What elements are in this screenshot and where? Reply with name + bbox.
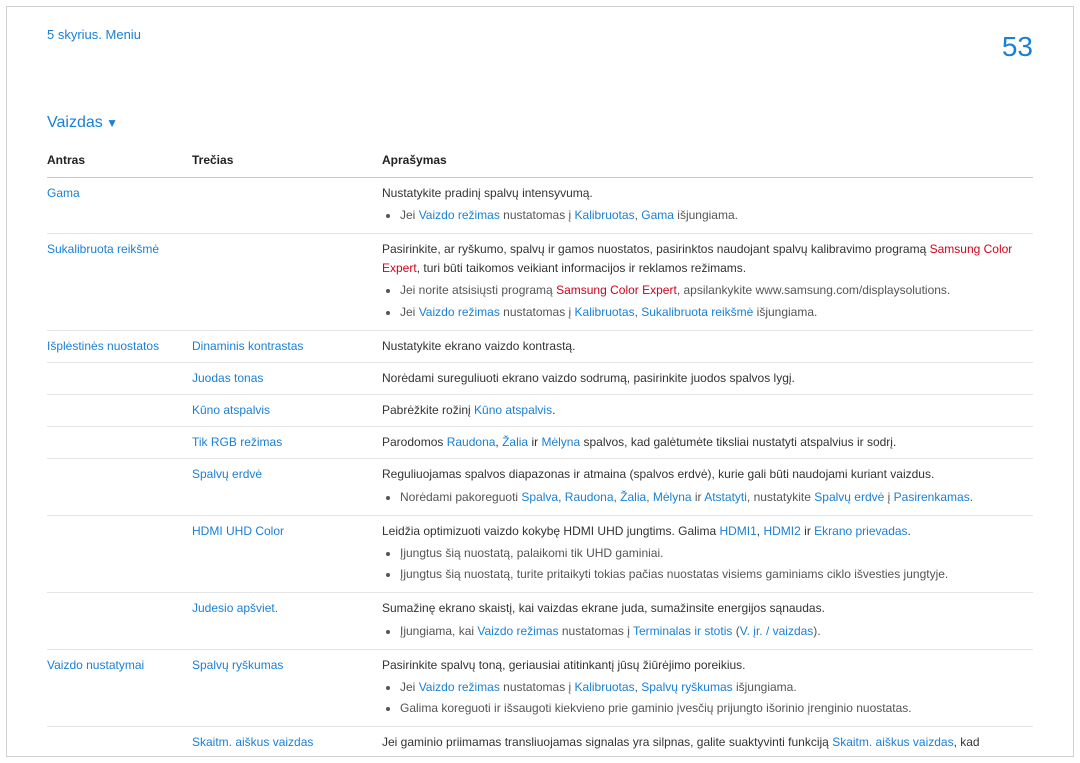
page-number: 53 — [1002, 25, 1033, 70]
row-gama: Gama Nustatykite pradinį spalvų intensyv… — [47, 177, 1033, 233]
row-rgb: Tik RGB režimas Parodomos Raudona, Žalia… — [47, 427, 1033, 459]
th-trecias: Trečias — [192, 147, 382, 177]
spalvu-ryskumas-note1: Jei Vaizdo režimas nustatomas į Kalibruo… — [400, 678, 1023, 697]
sukal-note1: Jei norite atsisiųsti programą Samsung C… — [400, 281, 1023, 300]
label-hdmi-uhd: HDMI UHD Color — [192, 524, 284, 538]
label-rgb: Tik RGB režimas — [192, 435, 282, 449]
section-title-vaizdas[interactable]: Vaizdas — [47, 110, 1033, 136]
juodas-desc: Norėdami sureguliuoti ekrano vaizdo sodr… — [382, 371, 795, 385]
sukal-note2: Jei Vaizdo režimas nustatomas į Kalibruo… — [400, 303, 1023, 322]
label-dinaminis: Dinaminis kontrastas — [192, 339, 303, 353]
hdmi-note2: Įjungtus šią nuostatą, turite pritaikyti… — [400, 565, 1023, 584]
breadcrumb: 5 skyrius. Meniu — [47, 25, 141, 46]
label-isplestines: Išplėstinės nuostatos — [47, 339, 159, 353]
label-sukalibruota: Sukalibruota reikšmė — [47, 242, 159, 256]
row-juodas: Juodas tonas Norėdami sureguliuoti ekran… — [47, 362, 1033, 394]
row-spalvu-ryskumas: Vaizdo nustatymai Spalvų ryškumas Pasiri… — [47, 649, 1033, 727]
spalvu-erdve-desc: Reguliuojamas spalvos diapazonas ir atma… — [382, 467, 934, 481]
row-dinaminis: Išplėstinės nuostatos Dinaminis kontrast… — [47, 330, 1033, 362]
page-header: 5 skyrius. Meniu 53 — [47, 25, 1033, 70]
dinaminis-desc: Nustatykite ekrano vaizdo kontrastą. — [382, 339, 575, 353]
sukalibruota-desc: Pasirinkite, ar ryškumo, spalvų ir gamos… — [382, 242, 1012, 275]
th-antras: Antras — [47, 147, 192, 177]
hdmi-uhd-desc: Leidžia optimizuoti vaizdo kokybę HDMI U… — [382, 524, 911, 538]
judesio-desc: Sumažinę ekrano skaistį, kai vaizdas ekr… — [382, 601, 825, 615]
page-frame: 5 skyrius. Meniu 53 Vaizdas Antras Treči… — [6, 6, 1074, 757]
hdmi-note1: Įjungtus šią nuostatą, palaikomi tik UHD… — [400, 544, 1023, 563]
label-skaitm: Skaitm. aiškus vaizdas — [192, 735, 313, 749]
kuno-desc: Pabrėžkite rožinį Kūno atspalvis. — [382, 403, 555, 417]
label-juodas: Juodas tonas — [192, 371, 263, 385]
label-spalvu-erdve: Spalvų erdvė — [192, 467, 262, 481]
spalvu-ryskumas-note2: Galima koreguoti ir išsaugoti kiekvieno … — [400, 699, 1023, 718]
rgb-desc: Parodomos Raudona, Žalia ir Mėlyna spalv… — [382, 435, 896, 449]
row-judesio: Judesio apšviet. Sumažinę ekrano skaistį… — [47, 593, 1033, 649]
label-spalvu-ryskumas: Spalvų ryškumas — [192, 658, 283, 672]
row-kuno: Kūno atspalvis Pabrėžkite rožinį Kūno at… — [47, 395, 1033, 427]
judesio-note: Įjungiama, kai Vaizdo režimas nustatomas… — [400, 622, 1023, 641]
row-sukalibruota: Sukalibruota reikšmė Pasirinkite, ar ryš… — [47, 233, 1033, 330]
settings-table: Antras Trečias Aprašymas Gama Nustatykit… — [47, 147, 1033, 757]
label-gama: Gama — [47, 186, 80, 200]
row-spalvu-erdve: Spalvų erdvė Reguliuojamas spalvos diapa… — [47, 459, 1033, 515]
skaitm-desc: Jei gaminio priimamas transliuojamas sig… — [382, 735, 980, 757]
row-hdmi-uhd: HDMI UHD Color Leidžia optimizuoti vaizd… — [47, 515, 1033, 593]
label-judesio: Judesio apšviet. — [192, 601, 278, 615]
spalvu-ryskumas-desc: Pasirinkite spalvų toną, geriausiai atit… — [382, 658, 746, 672]
label-kuno: Kūno atspalvis — [192, 403, 270, 417]
spalvu-erdve-note: Norėdami pakoreguoti Spalva, Raudona, Ža… — [400, 488, 1023, 507]
row-skaitm: Skaitm. aiškus vaizdas Jei gaminio priim… — [47, 727, 1033, 757]
label-vaizdo-nustatymai: Vaizdo nustatymai — [47, 658, 144, 672]
gama-desc: Nustatykite pradinį spalvų intensyvumą. — [382, 186, 593, 200]
gama-note: Jei Vaizdo režimas nustatomas į Kalibruo… — [400, 206, 1023, 225]
th-aprasymas: Aprašymas — [382, 147, 1033, 177]
